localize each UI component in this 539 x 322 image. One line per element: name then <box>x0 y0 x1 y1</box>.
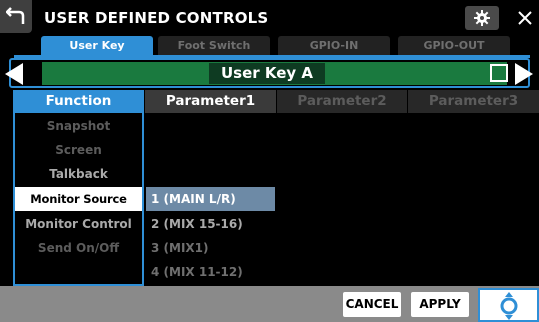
function-item-talkback[interactable]: Talkback <box>15 162 142 186</box>
tab-gpio-in[interactable]: GPIO-IN <box>278 36 390 55</box>
window-title: USER DEFINED CONTROLS <box>44 9 269 27</box>
current-key-name: User Key A <box>209 63 325 84</box>
tab-gpio-out[interactable]: GPIO-OUT <box>398 36 510 55</box>
tab-bar: User Key Foot Switch GPIO-IN GPIO-OUT <box>0 34 539 55</box>
parameter-item-mix-15-16[interactable]: 2 (MIX 15-16) <box>146 212 275 236</box>
function-item-send-on-off[interactable]: Send On/Off <box>15 236 142 260</box>
function-item-snapshot[interactable]: Snapshot <box>15 114 142 138</box>
apply-button[interactable]: APPLY <box>411 292 469 317</box>
previous-key-arrow-icon[interactable] <box>5 63 23 85</box>
column-header-parameter3: Parameter3 <box>408 90 539 113</box>
gear-icon <box>474 10 490 26</box>
column-header-parameter1[interactable]: Parameter1 <box>145 90 276 113</box>
function-item-monitor-control[interactable]: Monitor Control <box>15 212 142 236</box>
cancel-button[interactable]: CANCEL <box>343 292 401 317</box>
next-key-arrow-icon[interactable] <box>515 63 533 85</box>
parameter-item-mix-11-12[interactable]: 4 (MIX 11-12) <box>146 260 275 284</box>
key-enable-checkbox[interactable] <box>490 64 508 82</box>
title-bar: USER DEFINED CONTROLS <box>0 0 539 33</box>
settings-button[interactable] <box>465 6 499 30</box>
function-item-screen[interactable]: Screen <box>15 138 142 162</box>
parameter-item-main-lr[interactable]: 1 (MAIN L/R) <box>146 187 275 211</box>
column-header-function[interactable]: Function <box>13 90 144 113</box>
encoder-knob-button[interactable] <box>478 288 539 322</box>
close-button[interactable] <box>512 5 538 31</box>
back-arrow-icon <box>6 7 25 24</box>
function-list: Snapshot Screen Talkback Monitor Source … <box>13 113 144 286</box>
back-button[interactable] <box>0 0 32 33</box>
parameter-item-mix1[interactable]: 3 (MIX1) <box>146 236 275 260</box>
close-icon <box>518 11 532 25</box>
function-item-monitor-source-select[interactable]: Monitor Source Select <box>15 187 142 230</box>
tab-user-key[interactable]: User Key <box>41 36 153 55</box>
column-header-parameter2: Parameter2 <box>277 90 407 113</box>
tab-foot-switch[interactable]: Foot Switch <box>158 36 270 55</box>
encoder-knob-icon <box>500 292 518 320</box>
